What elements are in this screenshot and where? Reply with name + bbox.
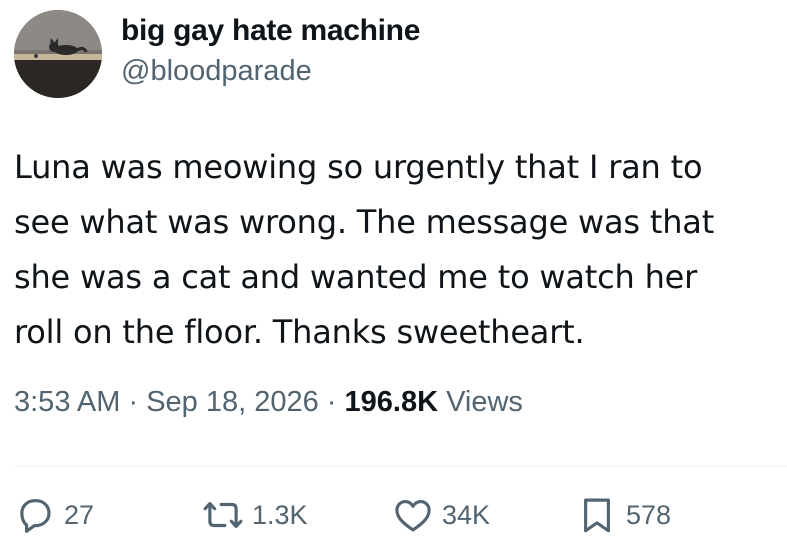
views-label: Views xyxy=(438,386,523,418)
retweet-button[interactable]: 1.3K xyxy=(202,494,308,536)
reply-count: 27 xyxy=(64,499,95,530)
tweet-header: big gay hate machine @bloodparade xyxy=(14,10,420,98)
author-display-name[interactable]: big gay hate machine xyxy=(121,13,420,49)
retweet-count: 1.3K xyxy=(252,499,308,530)
cat-photo-icon xyxy=(14,10,102,98)
meta-separator: · xyxy=(318,386,345,418)
tweet-meta: 3:53 AM · Sep 18, 2026 · 196.8K Views xyxy=(14,386,523,419)
tweet-text: Luna was meowing so urgently that I ran … xyxy=(14,148,715,351)
like-button[interactable]: 34K xyxy=(392,494,490,536)
divider xyxy=(14,466,787,467)
author-handle[interactable]: @bloodparade xyxy=(121,53,420,89)
bookmark-button[interactable]: 578 xyxy=(576,494,671,536)
views-count: 196.8K xyxy=(344,386,439,418)
retweet-icon xyxy=(203,502,243,528)
bookmark-count: 578 xyxy=(626,499,672,530)
bookmark-icon xyxy=(584,498,610,533)
reply-button[interactable]: 27 xyxy=(14,494,94,536)
like-count: 34K xyxy=(442,499,491,530)
heart-icon xyxy=(395,499,431,532)
avatar[interactable] xyxy=(14,10,102,98)
meta-separator: · xyxy=(120,386,147,418)
reply-icon xyxy=(20,499,51,533)
tweet-date[interactable]: Sep 18, 2026 xyxy=(146,386,319,418)
author-names: big gay hate machine @bloodparade xyxy=(121,13,420,89)
tweet-time[interactable]: 3:53 AM xyxy=(14,386,120,418)
action-bar: 27 1.3K 34K 578 xyxy=(14,494,774,544)
